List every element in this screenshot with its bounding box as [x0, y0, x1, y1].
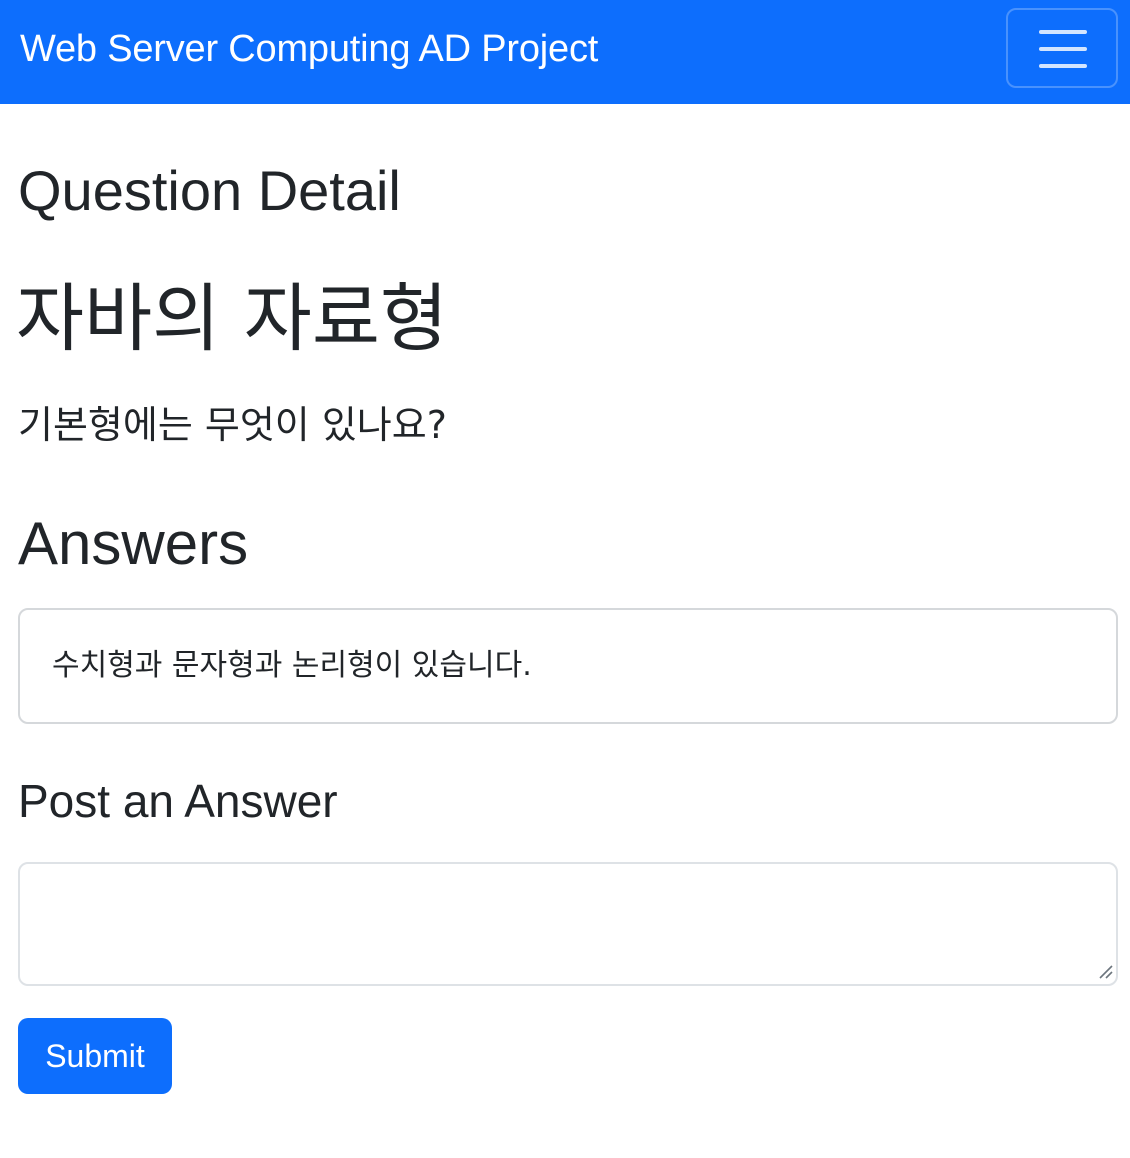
hamburger-icon	[1039, 47, 1087, 51]
navbar-brand[interactable]: Web Server Computing AD Project	[20, 26, 598, 72]
answer-card: 수치형과 문자형과 논리형이 있습니다.	[18, 608, 1118, 724]
hamburger-icon	[1039, 30, 1087, 34]
post-answer-heading: Post an Answer	[18, 775, 338, 827]
question-body: 기본형에는 무엇이 있나요?	[18, 403, 447, 447]
resize-grip-icon[interactable]	[1096, 962, 1114, 980]
answer-content: 수치형과 문자형과 논리형이 있습니다.	[52, 648, 532, 683]
navbar-toggler-button[interactable]	[1006, 8, 1118, 88]
hamburger-icon	[1039, 64, 1087, 68]
question-title: 자바의 자료형	[16, 276, 449, 362]
answer-input[interactable]	[18, 862, 1118, 986]
submit-button[interactable]: Submit	[18, 1018, 172, 1094]
navbar: Web Server Computing AD Project	[0, 0, 1130, 104]
answers-heading: Answers	[18, 510, 249, 577]
page-title: Question Detail	[18, 159, 401, 222]
